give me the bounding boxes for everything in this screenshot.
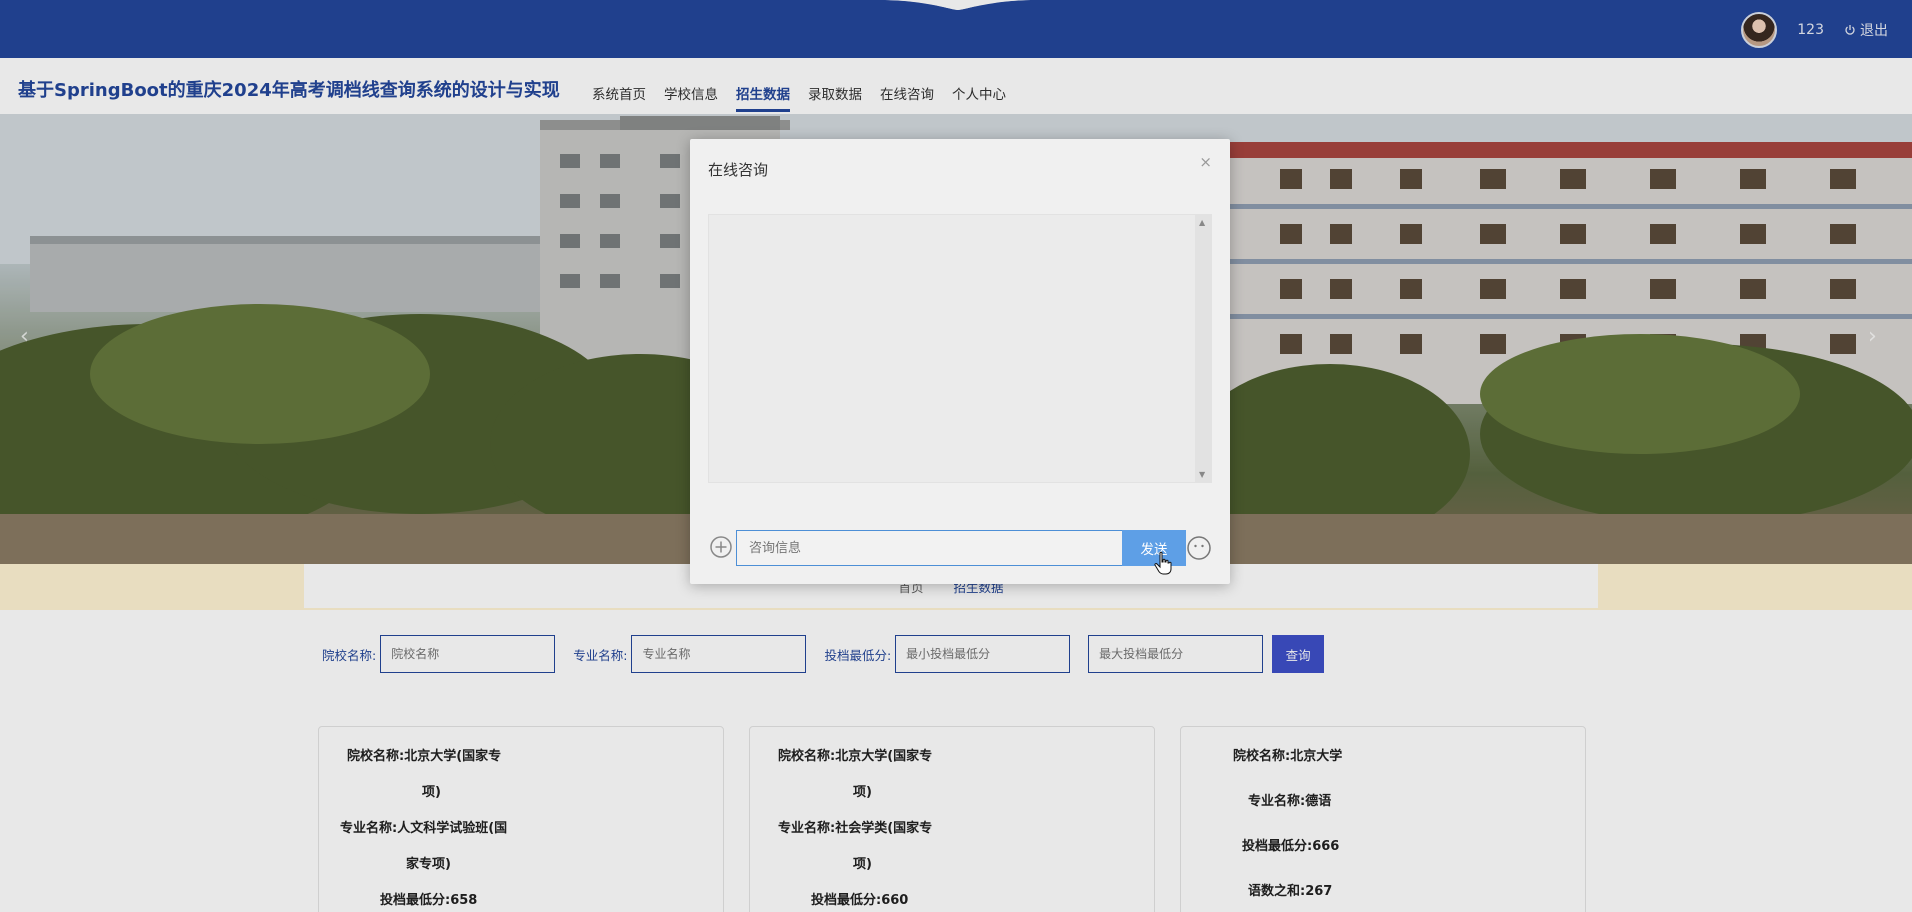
- consult-dialog: 在线咨询 × ▲ ▼ 发送: [690, 139, 1230, 584]
- plus-circle-icon[interactable]: [709, 535, 733, 559]
- chat-messages[interactable]: ▲ ▼: [708, 214, 1212, 483]
- consult-input[interactable]: [736, 530, 1124, 566]
- close-icon[interactable]: ×: [1199, 153, 1212, 171]
- scroll-up-icon[interactable]: ▲: [1199, 218, 1205, 227]
- scroll-down-icon[interactable]: ▼: [1199, 470, 1205, 479]
- emoji-icon[interactable]: [1186, 535, 1212, 561]
- dialog-title: 在线咨询: [708, 161, 769, 179]
- hand-cursor-icon: [1154, 551, 1172, 575]
- chat-scrollbar[interactable]: ▲ ▼: [1195, 215, 1211, 482]
